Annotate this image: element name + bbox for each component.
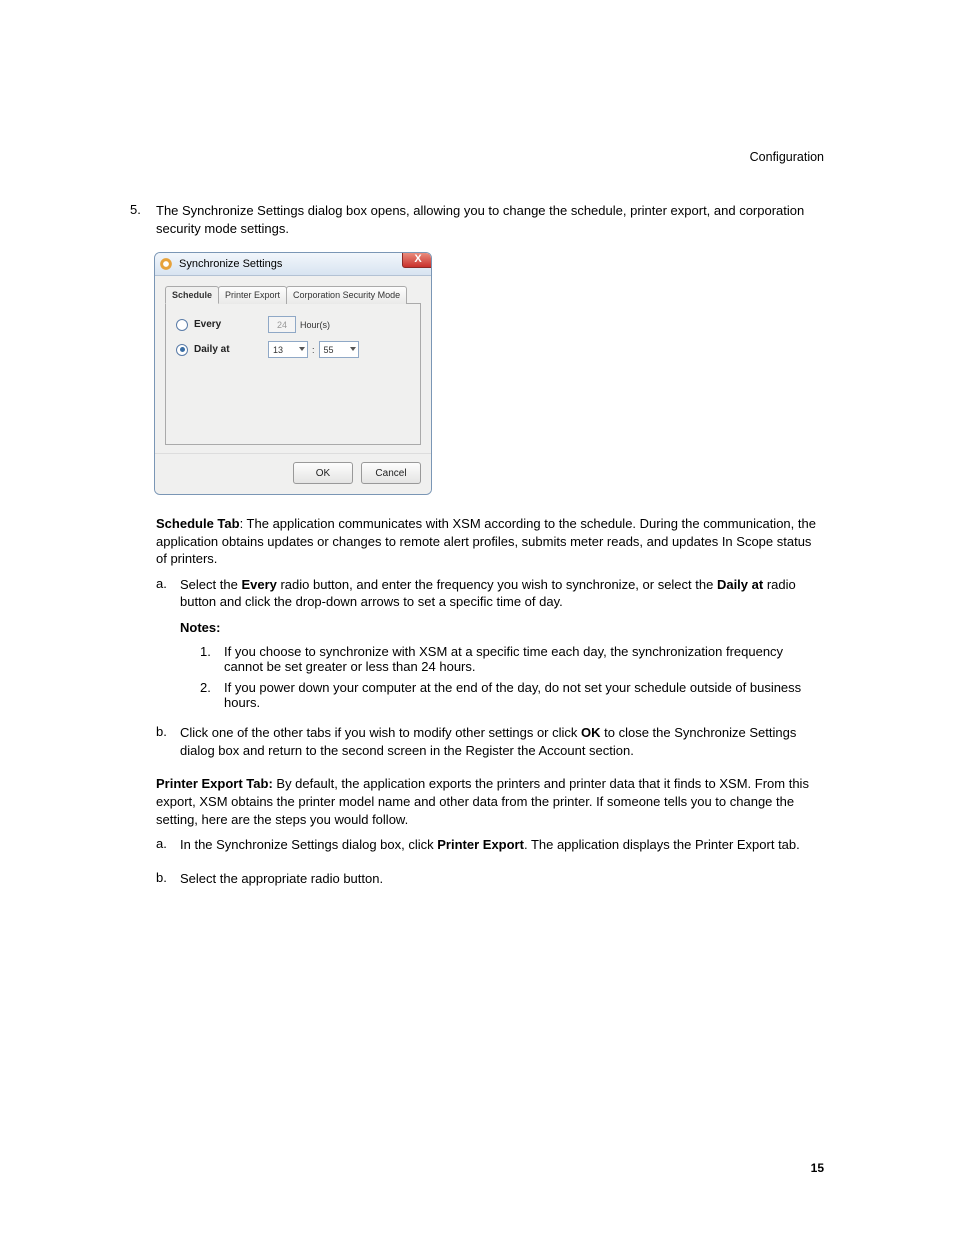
page: Configuration 5. The Synchronize Setting… [0,0,954,1235]
printer-a-post: . The application displays the Printer E… [524,837,800,852]
app-icon [159,257,173,271]
close-button[interactable]: X [402,252,432,268]
daily-label: Daily at [194,344,268,355]
page-number: 15 [811,1161,824,1175]
note-1: 1. If you choose to synchronize with XSM… [180,644,824,674]
step-5-text: The Synchronize Settings dialog box open… [156,202,824,237]
cancel-button[interactable]: Cancel [361,462,421,484]
dialog-footer: OK Cancel [155,453,431,494]
radio-every[interactable] [176,319,188,331]
main-content: 5. The Synchronize Settings dialog box o… [130,202,824,903]
daily-hour-select[interactable]: 13 [268,341,308,358]
step-5: 5. The Synchronize Settings dialog box o… [130,202,824,903]
tab-corp-security-mode[interactable]: Corporation Security Mode [286,286,407,304]
step-number: 5. [130,202,156,903]
tab-content-schedule: Every 24 Hour(s) Daily at 13 : 55 [165,303,421,445]
time-separator: : [312,345,315,355]
schedule-tab-label: Schedule Tab [156,516,240,531]
printer-export-paragraph: Printer Export Tab: By default, the appl… [156,775,824,828]
printer-sub-b: b. Select the appropriate radio button. [156,870,824,896]
note-1-text: If you choose to synchronize with XSM at… [224,644,824,674]
tab-printer-export[interactable]: Printer Export [218,286,287,304]
dialog-body: Schedule Printer Export Corporation Secu… [155,276,431,453]
notes-label: Notes: [180,619,824,637]
sub-a-marker: a. [156,576,180,717]
tab-schedule[interactable]: Schedule [165,286,219,304]
schedule-sub-b: b. Click one of the other tabs if you wi… [156,724,824,767]
sub-b-bold: OK [581,725,601,740]
printer-a-marker: a. [156,836,180,862]
sub-a-text: Select the Every radio button, and enter… [180,576,824,611]
note-1-marker: 1. [200,644,224,674]
sub-b-pre: Click one of the other tabs if you wish … [180,725,581,740]
every-hours-input[interactable]: 24 [268,316,296,333]
note-2: 2. If you power down your computer at th… [180,680,824,710]
option-daily-row: Daily at 13 : 55 [176,341,410,358]
note-2-marker: 2. [200,680,224,710]
printer-sub-a: a. In the Synchronize Settings dialog bo… [156,836,824,862]
ok-button[interactable]: OK [293,462,353,484]
printer-a-bold: Printer Export [437,837,524,852]
printer-b-marker: b. [156,870,180,896]
dialog-title: Synchronize Settings [179,258,427,270]
every-label: Every [194,319,268,330]
tab-row: Schedule Printer Export Corporation Secu… [165,286,421,304]
schedule-tab-paragraph: Schedule Tab: The application communicat… [156,515,824,568]
sub-a-mid: radio button, and enter the frequency yo… [277,577,717,592]
daily-minute-select[interactable]: 55 [319,341,359,358]
sub-b-marker: b. [156,724,180,767]
sub-a-bold1: Every [241,577,276,592]
sub-a-pre: Select the [180,577,241,592]
running-header: Configuration [130,150,824,164]
schedule-sub-a: a. Select the Every radio button, and en… [156,576,824,717]
printer-a-pre: In the Synchronize Settings dialog box, … [180,837,437,852]
sub-a-bold2: Daily at [717,577,763,592]
radio-daily-at[interactable] [176,344,188,356]
note-2-text: If you power down your computer at the e… [224,680,824,710]
printer-export-label: Printer Export Tab: [156,776,273,791]
close-icon: X [414,253,421,265]
printer-a-text: In the Synchronize Settings dialog box, … [180,836,824,854]
sync-settings-dialog: Synchronize Settings X Schedule Printer … [154,252,432,495]
sub-b-text: Click one of the other tabs if you wish … [180,724,824,759]
dialog-titlebar: Synchronize Settings X [155,253,431,276]
option-every-row: Every 24 Hour(s) [176,316,410,333]
printer-b-text: Select the appropriate radio button. [180,870,824,888]
every-unit: Hour(s) [300,320,330,330]
schedule-tab-desc: : The application communicates with XSM … [156,516,816,566]
